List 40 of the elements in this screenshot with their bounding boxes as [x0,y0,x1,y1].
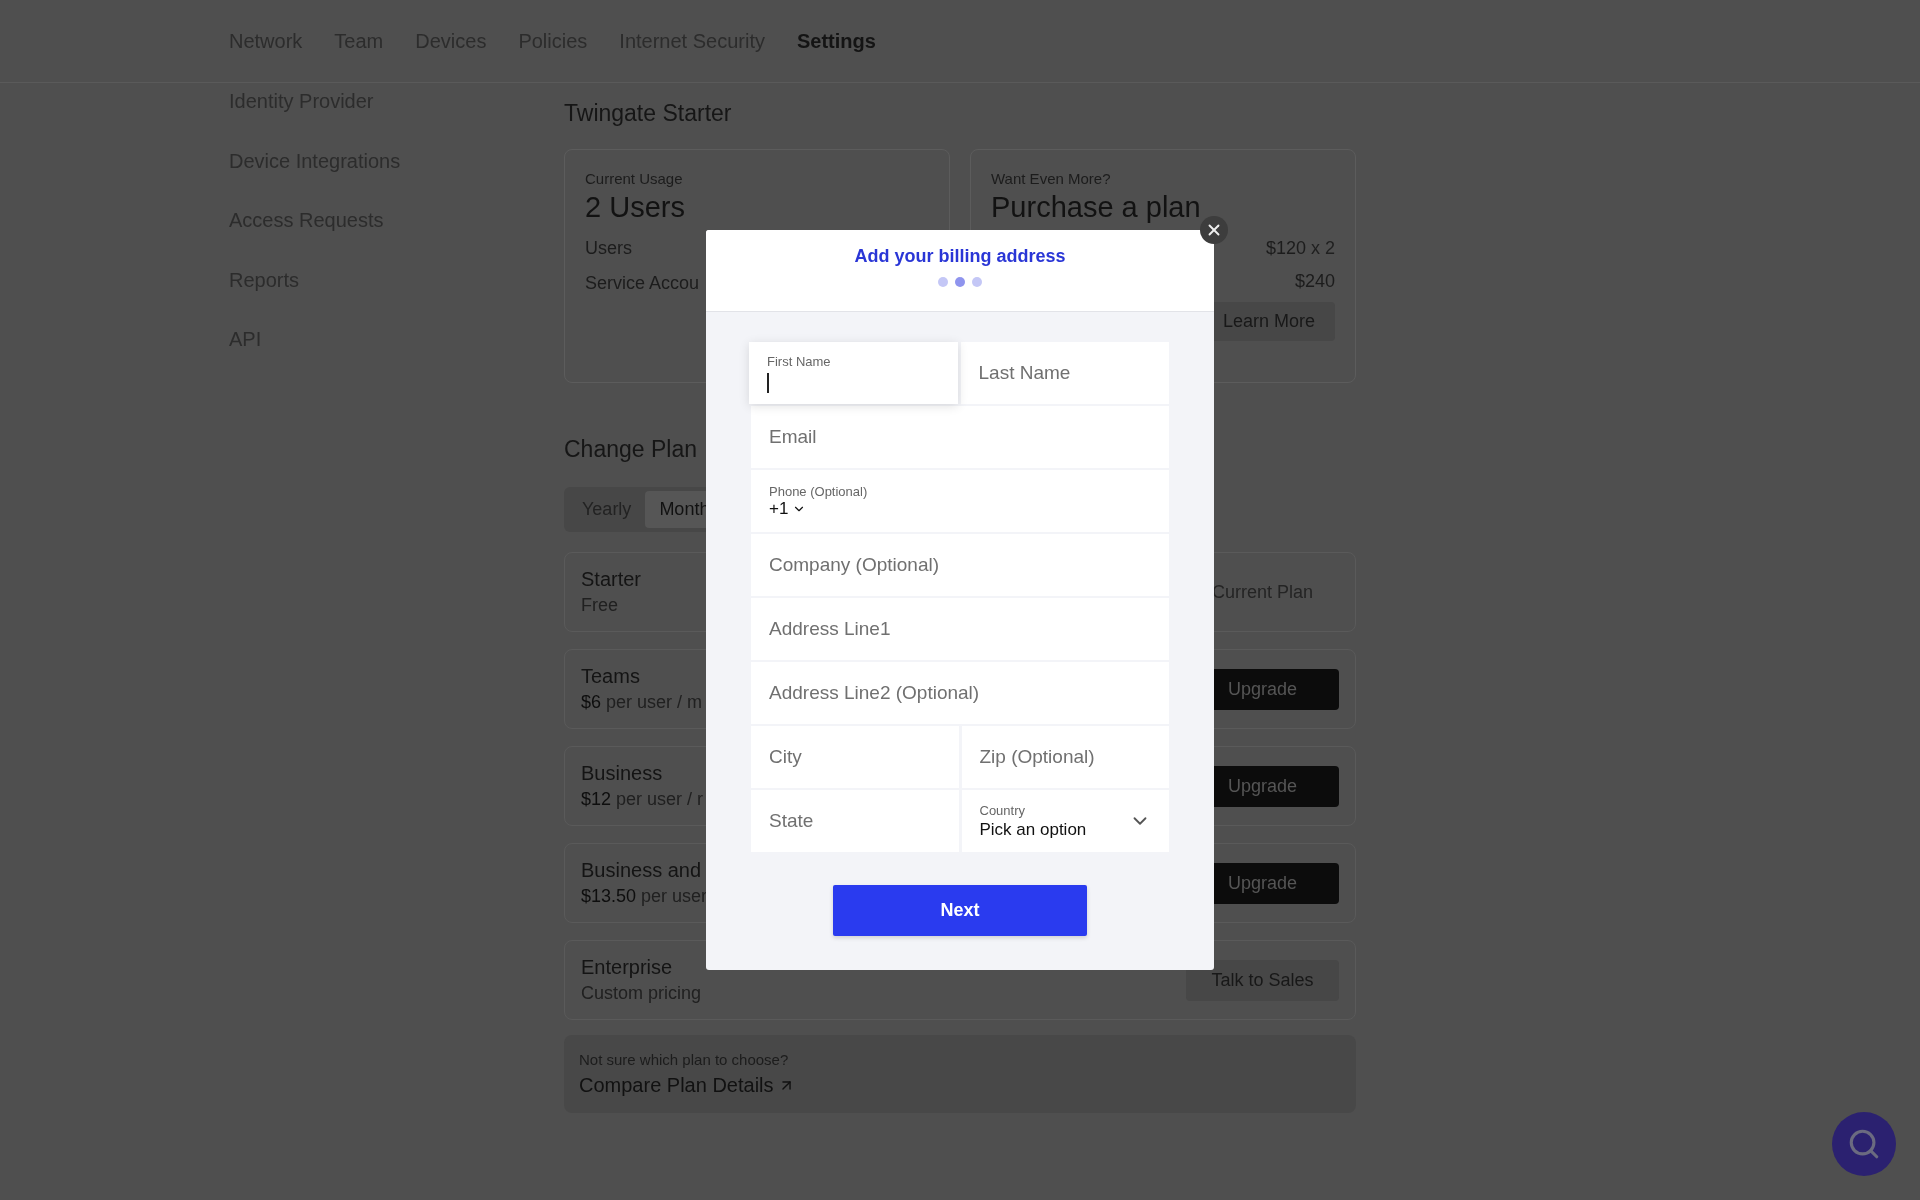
card-headline: Purchase a plan [991,191,1202,224]
plan-name: Starter [581,568,642,591]
plan-name: Business and [581,859,702,882]
input-field[interactable]: State [751,790,959,852]
text-cursor [767,372,769,393]
input-field[interactable]: City [751,726,959,788]
plan-name: Teams [581,665,640,688]
dialog-title: Add your billing address [854,246,1066,267]
country-code[interactable]: +1 [769,498,789,519]
field-placeholder: Last Name [978,362,1072,384]
input-field[interactable]: Company (Optional) [751,534,1169,596]
input-field[interactable]: Address Line2 (Optional) [751,662,1169,724]
field-placeholder: Zip (Optional) [979,746,1096,768]
input-field[interactable]: Address Line1 [751,598,1169,660]
field-placeholder: State [769,810,815,832]
search-icon [1847,1127,1881,1161]
input-field[interactable]: First Name [749,342,958,404]
plan-name: Business [581,762,663,785]
field-label: First Name [767,353,832,369]
input-field[interactable]: Email [751,406,1169,468]
user-count: 2 Users [585,191,686,224]
field-label: Country [979,802,1027,818]
field-placeholder: Address Line2 (Optional) [769,682,981,704]
country-select[interactable]: Country Pick an option [961,790,1169,852]
input-field[interactable]: Phone (Optional) +1 [751,470,1169,532]
close-button[interactable] [1200,216,1228,244]
select-value: Pick an option [979,819,1087,840]
plan-name: Enterprise [581,956,673,979]
field-placeholder: Address Line1 [769,618,892,640]
section-title: Change Plan [564,436,697,463]
field-placeholder: Company (Optional) [769,554,941,576]
field-placeholder: City [769,746,803,768]
input-field[interactable]: Zip (Optional) [961,726,1169,788]
input-field[interactable]: Last Name [960,342,1169,404]
compare-link[interactable]: Compare Plan Details [579,1074,795,1097]
field-placeholder: Email [769,426,818,448]
next-button[interactable]: Next [833,885,1087,936]
field-label: Phone (Optional) [769,483,869,499]
nav-tab[interactable]: Settings [796,23,876,59]
section-title: Twingate Starter [564,100,732,127]
